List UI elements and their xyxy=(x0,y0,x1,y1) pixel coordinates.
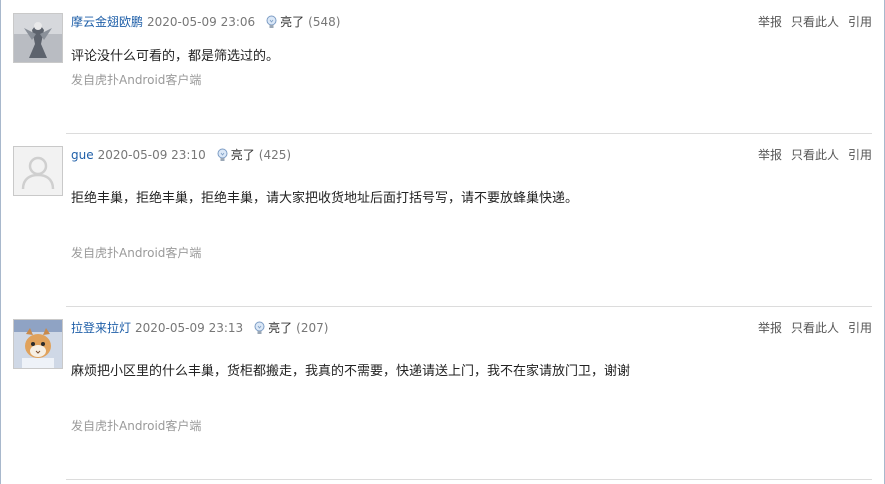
only-him-button[interactable]: 只看此人 xyxy=(791,147,839,163)
username-link[interactable]: 摩云金翅欧鹏 xyxy=(71,14,143,30)
report-button[interactable]: 举报 xyxy=(758,147,782,163)
light-label: 亮了 xyxy=(230,148,255,162)
light-count: (207) xyxy=(296,321,329,335)
light-count: (548) xyxy=(308,15,341,29)
report-button[interactable]: 举报 xyxy=(758,320,782,336)
light-label: 亮了 xyxy=(280,15,305,29)
lightbulb-icon xyxy=(217,148,228,161)
post-time: 2020-05-09 23:13 xyxy=(135,321,244,335)
light-button[interactable]: 亮了 xyxy=(253,320,292,336)
post-content: 评论没什么可看的，都是筛选过的。 xyxy=(71,49,280,64)
cat-avatar-icon xyxy=(14,320,62,368)
light-label: 亮了 xyxy=(268,321,293,335)
frame-left-border xyxy=(0,0,1,484)
post-divider xyxy=(66,479,872,480)
light-button[interactable]: 亮了 xyxy=(265,14,304,30)
quote-button[interactable]: 引用 xyxy=(848,14,872,30)
post-source: 发自虎扑Android客户端 xyxy=(71,73,202,87)
avatar-image-icon xyxy=(14,14,62,62)
default-avatar-icon xyxy=(14,147,62,195)
post-actions: 举报 只看此人 引用 xyxy=(758,14,872,30)
light-count: (425) xyxy=(258,148,292,162)
post-content: 麻烦把小区里的什么丰巢，货柜都搬走，我真的不需要，快递请送上门，我不在家请放门卫… xyxy=(71,364,631,379)
post-source: 发自虎扑Android客户端 xyxy=(71,246,202,260)
post-meta: gue 2020-05-09 23:10 亮了 (425) xyxy=(71,147,291,163)
avatar[interactable] xyxy=(13,13,63,63)
post-content: 拒绝丰巢，拒绝丰巢，拒绝丰巢，请大家把收货地址后面打括号写，请不要放蜂巢快递。 xyxy=(71,191,579,206)
lightbulb-icon xyxy=(254,321,265,334)
post-time: 2020-05-09 23:06 xyxy=(147,15,256,29)
post-divider xyxy=(66,133,872,134)
post-meta: 摩云金翅欧鹏 2020-05-09 23:06 亮了 (548) xyxy=(71,14,340,30)
username-link[interactable]: 拉登来拉灯 xyxy=(71,320,131,336)
avatar[interactable] xyxy=(13,319,63,369)
lightbulb-icon xyxy=(266,15,277,28)
post-time: 2020-05-09 23:10 xyxy=(97,148,206,162)
username-link[interactable]: gue xyxy=(71,147,94,163)
quote-button[interactable]: 引用 xyxy=(848,147,872,163)
report-button[interactable]: 举报 xyxy=(758,14,782,30)
avatar[interactable] xyxy=(13,146,63,196)
only-him-button[interactable]: 只看此人 xyxy=(791,14,839,30)
light-button[interactable]: 亮了 xyxy=(216,147,255,163)
post-actions: 举报 只看此人 引用 xyxy=(758,320,872,336)
quote-button[interactable]: 引用 xyxy=(848,320,872,336)
post-source: 发自虎扑Android客户端 xyxy=(71,419,202,433)
post-actions: 举报 只看此人 引用 xyxy=(758,147,872,163)
post-divider xyxy=(66,306,872,307)
post-meta: 拉登来拉灯 2020-05-09 23:13 亮了 (207) xyxy=(71,320,328,336)
only-him-button[interactable]: 只看此人 xyxy=(791,320,839,336)
